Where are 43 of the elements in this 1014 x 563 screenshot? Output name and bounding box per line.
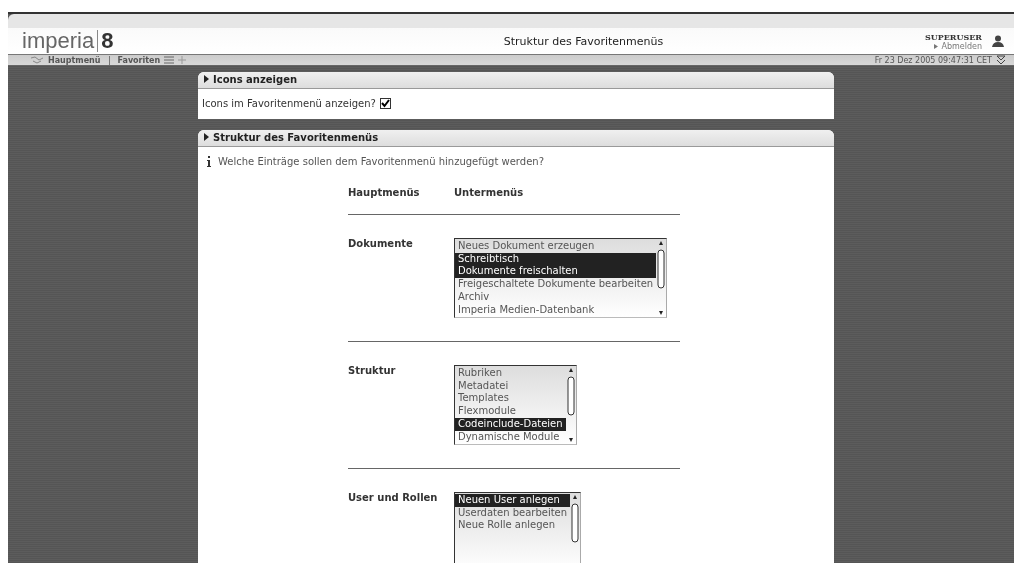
list-option[interactable]: Dynamische Module [455, 430, 566, 444]
group-label: Dokumente [348, 238, 414, 249]
list-option[interactable]: Archiv [455, 290, 657, 304]
date-time: Fr 23 Dez 2005 09:47:31 CET [874, 55, 992, 65]
column-header: Hauptmenüs [348, 187, 421, 198]
list-option[interactable]: Neuen User anlegen [455, 494, 571, 507]
list-option[interactable]: Neues Dokument erzeugen [455, 240, 657, 253]
user-icon [992, 35, 1004, 47]
group-label: User und Rollen [348, 492, 439, 503]
list-option[interactable]: Neue Rolle anlegen [455, 519, 571, 533]
list-option[interactable]: Imperia Medien-Datenbank [455, 303, 657, 317]
list-option[interactable]: Templates [455, 392, 566, 406]
group-label: Struktur [348, 365, 397, 376]
nav-link[interactable]: Hauptmenü [48, 55, 101, 65]
list-option[interactable]: Freigeschaltete Dokumente bearbeiten [455, 278, 657, 291]
triangle-icon [204, 133, 209, 141]
logo: imperia 8 [22, 28, 115, 54]
user-name: SUPERUSER [925, 31, 982, 42]
list-option[interactable]: Flexmodule [455, 405, 566, 418]
info-icon [206, 156, 212, 167]
triangle-icon [204, 75, 209, 83]
nav-link[interactable]: Favoriten [117, 55, 161, 65]
list-box[interactable]: Rubriken Metadatei Templates Flexmodule Codeinclude-Dateien Dynamische Module [454, 365, 577, 445]
panel-header[interactable]: Icons anzeigen [198, 72, 834, 89]
panel-header[interactable]: Struktur des Favoritenmenüs [198, 130, 834, 147]
triangle-icon [934, 43, 939, 49]
list-option[interactable]: Rubriken [455, 367, 566, 380]
info-text: Welche Einträge sollen dem Favoritenmenü hinzugefügt werden? [218, 156, 544, 167]
list-option[interactable]: Schreibtisch [455, 252, 657, 266]
question-label: Icons im Favoritenmenü anzeigen? [202, 98, 376, 109]
logout-link[interactable]: Abmelden [941, 41, 982, 51]
list-option[interactable]: Codeinclude-Dateien [455, 417, 566, 431]
checkbox[interactable] [379, 98, 391, 109]
list-option[interactable]: Dokumente freischalten [455, 265, 657, 279]
list-option[interactable]: Userdaten bearbeiten [455, 506, 571, 520]
scrollbar-icon[interactable] [656, 240, 667, 316]
scrollbar-icon[interactable] [565, 367, 576, 443]
page-title: Struktur des Favoritenmenüs [502, 34, 665, 48]
list-box[interactable]: Neuen User anlegen Userdaten bearbeiten Neue Rolle anlegen [454, 492, 582, 563]
list-box[interactable]: Neues Dokument erzeugen Schreibtisch Dokumente freischalten Freigeschaltete Dokumente bearbeiten Archiv Imperia Medien-Datenbank [454, 238, 668, 318]
collapse-icon[interactable] [996, 55, 1006, 65]
list-option[interactable]: Metadatei [455, 379, 566, 393]
column-header: Untermenüs [454, 187, 524, 198]
